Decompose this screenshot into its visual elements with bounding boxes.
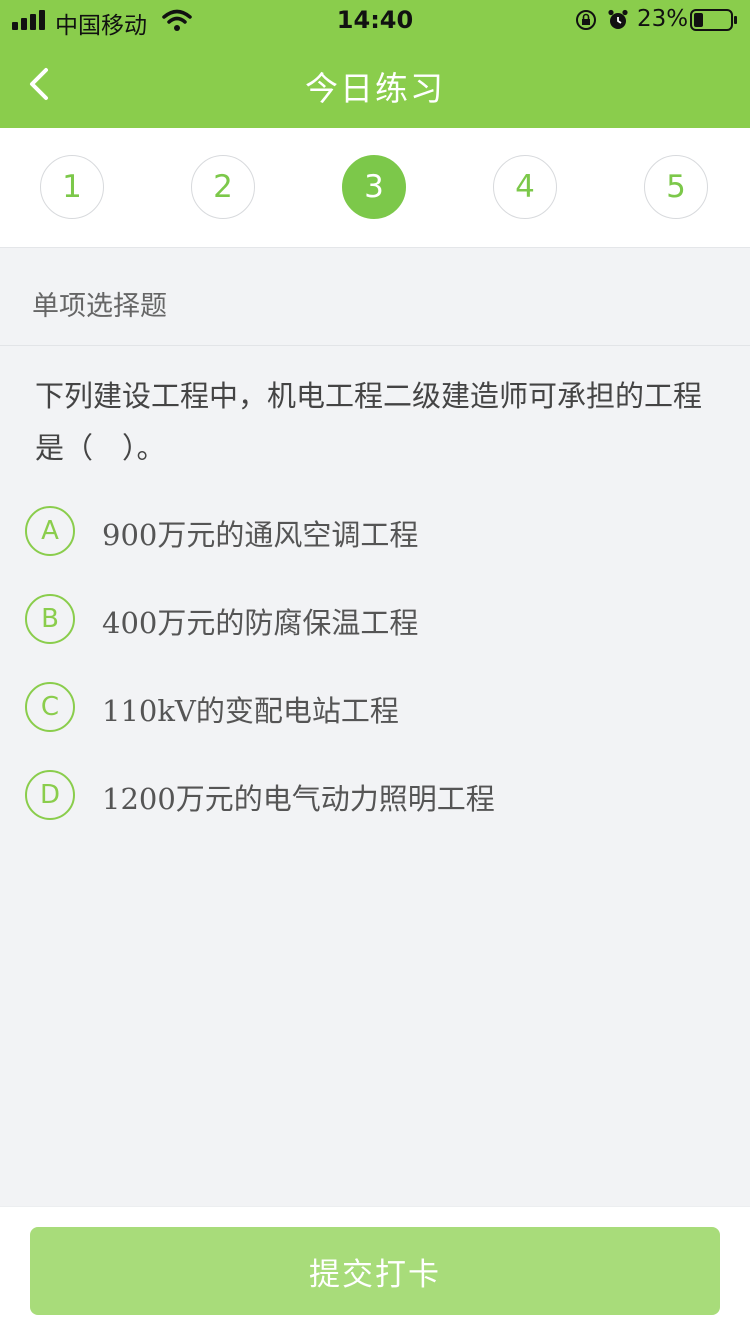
option-letter-badge: C xyxy=(25,682,75,732)
option-letter-badge: B xyxy=(25,594,75,644)
question-step-indicator: 1 2 3 4 5 xyxy=(0,128,750,248)
rotation-lock-icon xyxy=(576,10,596,30)
step-4[interactable]: 4 xyxy=(493,155,557,219)
battery-icon xyxy=(690,9,737,31)
submit-checkin-button[interactable]: 提交打卡 xyxy=(30,1227,720,1315)
question-stem-line: 下列建设工程中，机电工程二级建造师可承担的工程 xyxy=(35,379,703,413)
battery-percentage: 23% xyxy=(637,6,689,32)
option-text: 1200万元的电气动力照明工程 xyxy=(102,782,495,816)
question-type-bar: 单项选择题 xyxy=(0,248,750,346)
option-text: 900万元的通风空调工程 xyxy=(102,518,419,552)
question-type-label: 单项选择题 xyxy=(32,291,167,322)
bottom-action-bar: 提交打卡 xyxy=(0,1206,750,1335)
question-stem: 下列建设工程中，机电工程二级建造师可承担的工程 是（ ）。 xyxy=(35,370,735,474)
page-title: 今日练习 xyxy=(305,69,445,108)
navigation-bar: 今日练习 xyxy=(0,40,750,128)
question-stem-line: 是（ ）。 xyxy=(35,431,166,465)
option-c[interactable]: C 110kV的变配电站工程 xyxy=(25,682,725,736)
step-5[interactable]: 5 xyxy=(644,155,708,219)
option-a[interactable]: A 900万元的通风空调工程 xyxy=(25,506,725,560)
option-b[interactable]: B 400万元的防腐保温工程 xyxy=(25,594,725,648)
option-text: 110kV的变配电站工程 xyxy=(102,694,399,728)
option-text: 400万元的防腐保温工程 xyxy=(102,606,419,640)
option-d[interactable]: D 1200万元的电气动力照明工程 xyxy=(25,770,725,824)
option-letter-badge: D xyxy=(25,770,75,820)
option-letter-badge: A xyxy=(25,506,75,556)
alarm-icon xyxy=(608,9,628,29)
step-1[interactable]: 1 xyxy=(40,155,104,219)
status-bar: 中国移动 14:40 23% xyxy=(0,0,750,40)
step-3-current[interactable]: 3 xyxy=(342,155,406,219)
step-2[interactable]: 2 xyxy=(191,155,255,219)
